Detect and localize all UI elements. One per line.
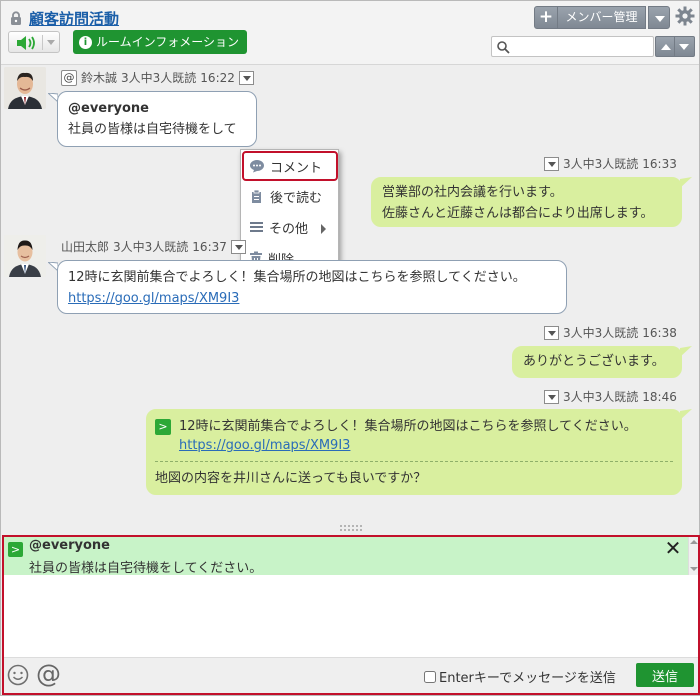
menu-item-label: 後で読む — [270, 190, 323, 206]
mention-icon: @ — [61, 69, 77, 86]
reply-preview: > @everyone 社員の皆様は自宅待機をしてください。 ✕ — [4, 537, 698, 576]
read-later-icon — [252, 189, 261, 203]
menu-item-read-later[interactable]: 後で読む — [249, 185, 322, 207]
reply-mention: @everyone — [29, 538, 110, 553]
message-text: 12時に玄関前集合でよろしく！集合場所の地図はこちらを参照してください。 — [68, 270, 526, 285]
message-menu-button[interactable] — [544, 389, 559, 404]
message-text: 社員の皆様は自宅待機をして — [68, 122, 237, 137]
reply-text: 社員の皆様は自宅待機をしてください。 — [29, 561, 263, 576]
avatar[interactable] — [4, 67, 46, 109]
message-composer: > @everyone 社員の皆様は自宅待機をしてください。 ✕ @ Enter… — [2, 535, 700, 695]
message-menu-button[interactable] — [544, 325, 559, 340]
chat-window: 顧客訪問活動 i ルームインフォメーション + メンバー管理 @ 鈴木誠 3人中… — [0, 0, 700, 696]
message-time: 18:46 — [642, 389, 677, 404]
read-status[interactable]: 3人中3人既読 — [121, 69, 196, 86]
read-status[interactable]: 3人中3人既読 — [563, 324, 638, 341]
reply-scrollbar[interactable] — [688, 537, 698, 575]
message-bubble[interactable]: >12時に玄関前集合でよろしく！集合場所の地図はこちらを参照してください。 ht… — [146, 409, 682, 495]
message-bubble[interactable]: 12時に玄関前集合でよろしく！集合場所の地図はこちらを参照してください。 htt… — [57, 260, 567, 314]
bubble-tail — [680, 409, 692, 420]
mention-icon[interactable]: @ — [36, 659, 61, 689]
message-meta: 3人中3人既読 18:46 — [544, 388, 677, 405]
resize-handle[interactable] — [339, 525, 365, 531]
message-text: ありがとうございます。 — [523, 354, 665, 369]
header-menu-dropdown[interactable] — [648, 6, 670, 29]
quote-divider — [155, 461, 673, 462]
message-timeline: @ 鈴木誠 3人中3人既読 16:22 @everyone 社員の皆様は自宅待機… — [1, 65, 699, 527]
sender-name[interactable]: 鈴木誠 — [81, 69, 117, 86]
enter-to-send-label: Enterキーでメッセージを送信 — [439, 671, 616, 686]
message-time: 16:33 — [642, 156, 677, 171]
member-toolbar: + メンバー管理 — [534, 6, 670, 29]
bubble-tail — [680, 346, 692, 357]
bubble-tail — [680, 177, 692, 188]
message-meta: @ 鈴木誠 3人中3人既読 16:22 — [61, 69, 254, 86]
map-link[interactable]: https://goo.gl/maps/XM9I3 — [179, 437, 673, 455]
enter-to-send-option[interactable]: Enterキーでメッセージを送信 — [424, 667, 616, 686]
close-icon[interactable]: ✕ — [664, 538, 682, 558]
read-status[interactable]: 3人中3人既読 — [563, 388, 638, 405]
search-nav — [655, 36, 695, 57]
message-time: 16:22 — [200, 70, 235, 85]
quote-icon: > — [155, 418, 171, 435]
composer-toolbar: @ Enterキーでメッセージを送信 送信 — [4, 657, 698, 693]
message-meta: 3人中3人既読 16:38 — [544, 324, 677, 341]
message-menu-button[interactable] — [230, 239, 246, 254]
menu-item-label: その他 — [269, 221, 309, 237]
chevron-down-icon[interactable] — [47, 40, 55, 45]
enter-to-send-checkbox[interactable] — [424, 670, 436, 683]
info-icon: i — [79, 35, 92, 49]
message-text-line: 営業部の社内会議を行います。 — [382, 185, 563, 200]
message-text-line: 佐藤さんと近藤さんは都合により出席します。 — [382, 206, 654, 221]
room-information-label: ルームインフォメーション — [96, 35, 240, 49]
menu-item-more[interactable]: その他 — [249, 216, 308, 238]
gear-icon[interactable] — [675, 6, 695, 26]
message-meta: 3人中3人既読 16:33 — [544, 155, 677, 172]
map-link[interactable]: https://goo.gl/maps/XM9I3 — [68, 288, 556, 309]
user-photo-icon — [4, 67, 46, 109]
quoted-message[interactable]: >12時に玄関前集合でよろしく！集合場所の地図はこちらを参照してください。 — [155, 416, 673, 437]
read-status[interactable]: 3人中3人既読 — [113, 238, 188, 255]
quote-icon: > — [8, 542, 23, 557]
search-prev-button[interactable] — [655, 36, 675, 57]
avatar[interactable] — [4, 235, 46, 277]
message-time: 16:37 — [192, 239, 227, 254]
message-time: 16:38 — [642, 325, 677, 340]
mention-everyone[interactable]: @everyone — [68, 98, 246, 119]
emoji-icon[interactable] — [7, 664, 29, 686]
message-context-menu: コメント 後で読む その他 — [240, 149, 339, 275]
notification-sound-button[interactable] — [8, 31, 60, 53]
menu-item-comment[interactable]: コメント — [249, 155, 322, 177]
search-next-button[interactable] — [675, 36, 695, 57]
lock-icon — [11, 11, 21, 25]
room-information-button[interactable]: i ルームインフォメーション — [73, 30, 248, 54]
message-bubble[interactable]: @everyone 社員の皆様は自宅待機をして — [57, 91, 257, 147]
user-photo-icon — [4, 235, 46, 277]
message-search — [491, 36, 654, 57]
button-separator — [42, 35, 43, 50]
speaker-icon — [17, 36, 35, 50]
search-icon — [497, 41, 510, 54]
member-management-button[interactable]: メンバー管理 — [558, 6, 646, 29]
comment-icon — [250, 160, 264, 173]
room-title[interactable]: 顧客訪問活動 — [29, 8, 119, 29]
message-menu-button[interactable] — [544, 156, 559, 171]
read-status[interactable]: 3人中3人既読 — [563, 155, 638, 172]
quoted-text: 12時に玄関前集合でよろしく！集合場所の地図はこちらを参照してください。 — [179, 419, 637, 434]
sender-name[interactable]: 山田太郎 — [61, 238, 109, 255]
menu-item-label: コメント — [270, 160, 323, 176]
chevron-right-icon — [321, 224, 326, 234]
message-bubble[interactable]: ありがとうございます。 — [512, 346, 682, 378]
message-bubble[interactable]: 営業部の社内会議を行います。 佐藤さんと近藤さんは都合により出席します。 — [371, 177, 682, 227]
send-button[interactable]: 送信 — [636, 663, 694, 687]
list-icon — [250, 222, 263, 232]
message-menu-button[interactable] — [238, 70, 254, 85]
search-input[interactable] — [514, 37, 654, 56]
add-member-button[interactable]: + — [534, 6, 558, 29]
message-input[interactable] — [4, 576, 698, 656]
room-header: 顧客訪問活動 i ルームインフォメーション + メンバー管理 — [1, 1, 699, 65]
message-meta: 山田太郎 3人中3人既読 16:37 — [61, 238, 246, 255]
message-text: 地図の内容を井川さんに送っても良いですか？ — [155, 471, 427, 486]
